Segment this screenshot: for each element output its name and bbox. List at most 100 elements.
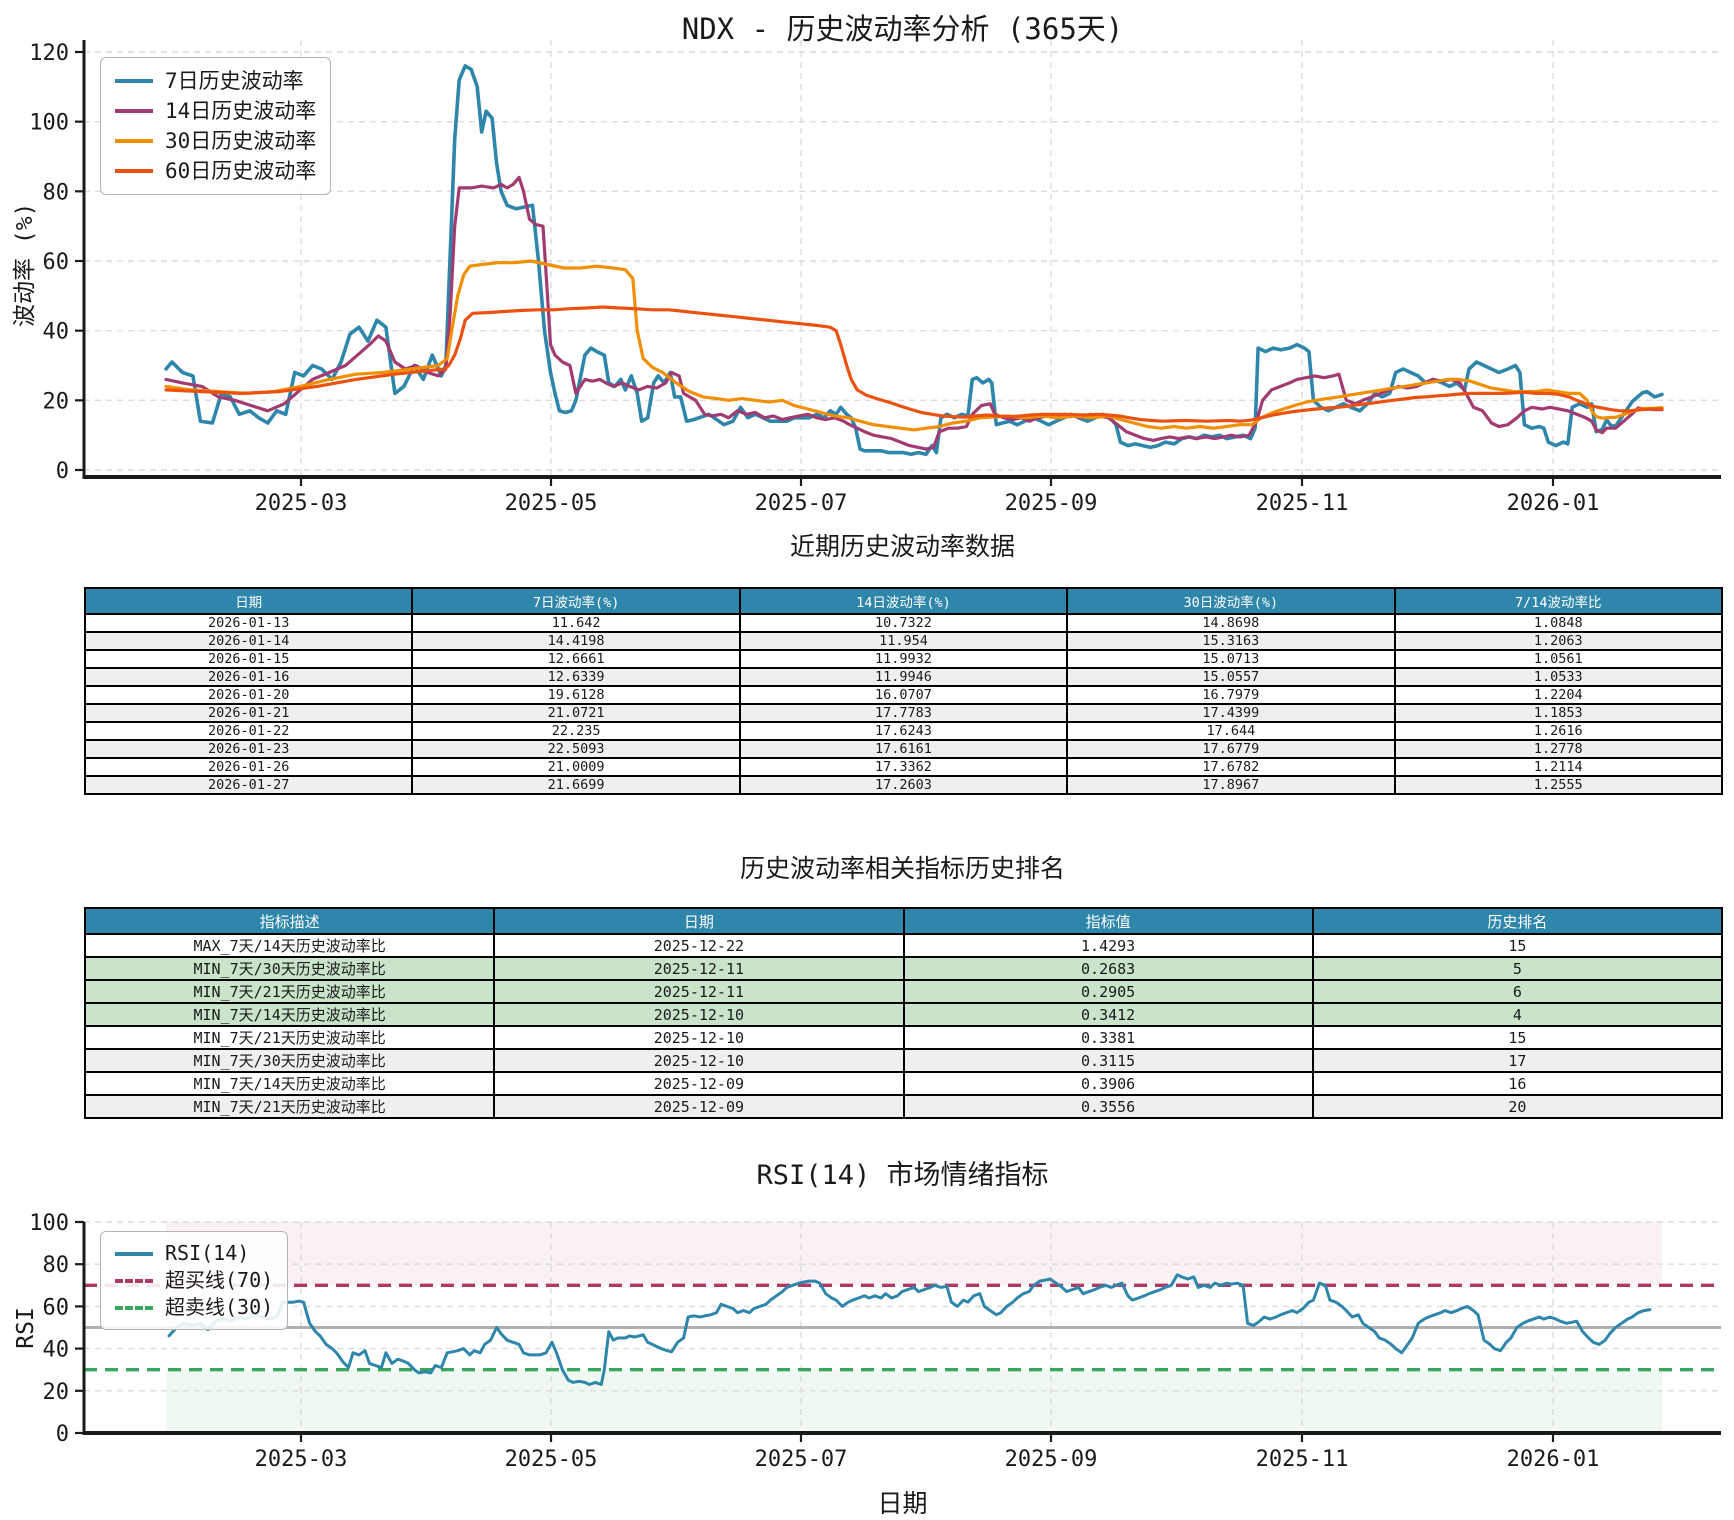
x-tick-label: 2025-05 <box>505 491 598 516</box>
recent-table-caption: 近期历史波动率数据 <box>789 532 1015 561</box>
table-row: MIN_7天/30天历史波动率比 2025-12-11 0.2683 5 <box>83 956 1724 981</box>
column-header: 日期 <box>83 587 414 615</box>
y-tick-label: 120 <box>29 41 69 66</box>
table-cell: 1.2204 <box>1393 685 1724 705</box>
table-row: MIN_7天/21天历史波动率比 2025-12-09 0.3556 20 <box>83 1094 1724 1119</box>
x-tick-label: 2025-11 <box>1256 1447 1349 1472</box>
table-cell: 10.7322 <box>738 613 1069 633</box>
table-cell: 2026-01-20 <box>83 685 414 705</box>
table-cell: 0.3906 <box>902 1071 1314 1096</box>
y-tick-label: 20 <box>43 1380 70 1405</box>
table-cell: 2026-01-15 <box>83 649 414 669</box>
series-line <box>164 259 1664 432</box>
table-cell: 1.4293 <box>902 933 1314 958</box>
table-cell: 6 <box>1311 979 1724 1004</box>
legend-item: 超买线(70) <box>115 1267 273 1294</box>
table-cell: MIN_7天/21天历史波动率比 <box>83 1025 496 1050</box>
table-cell: 16 <box>1311 1071 1724 1096</box>
recent-volatility-table: 日期 7日波动率(%) 14日波动率(%) 30日波动率(%) 7/14波动率比 202… <box>83 587 1724 795</box>
legend-label: 7日历史波动率 <box>165 69 304 93</box>
table-cell: 2025-12-11 <box>493 956 905 981</box>
legend-item: 7日历史波动率 <box>115 66 316 96</box>
table-cell: 19.6128 <box>411 685 741 705</box>
table-cell: 21.0721 <box>411 703 741 723</box>
table-row: 2026-01-22 22.235 17.6243 17.644 1.2616 <box>83 721 1724 741</box>
table-cell: 17.4399 <box>1066 703 1396 723</box>
table-cell: 22.5093 <box>411 739 741 759</box>
table-cell: 2025-12-22 <box>493 933 905 958</box>
table-cell: 0.3381 <box>902 1025 1314 1050</box>
table-cell: 17.2603 <box>738 775 1069 795</box>
table-cell: 2026-01-22 <box>83 721 414 741</box>
table-cell: 5 <box>1311 956 1724 981</box>
table-cell: 2025-12-10 <box>493 1025 905 1050</box>
legend-item: 超卖线(30) <box>115 1294 273 1321</box>
column-header: 14日波动率(%) <box>738 587 1069 615</box>
table-row: 2026-01-13 11.642 10.7322 14.8698 1.0848 <box>83 613 1724 633</box>
table-row: 2026-01-20 19.6128 16.0707 16.7979 1.2204 <box>83 685 1724 705</box>
column-header: 30日波动率(%) <box>1066 587 1396 615</box>
rsi-y-axis-label: RSI <box>13 1307 39 1349</box>
table-row: 2026-01-15 12.6661 11.9932 15.0713 1.0561 <box>83 649 1724 669</box>
table-cell: 16.0707 <box>738 685 1069 705</box>
table-cell: 15 <box>1311 1025 1724 1050</box>
x-tick-label: 2025-07 <box>755 1447 848 1472</box>
table-cell: 2026-01-21 <box>83 703 414 723</box>
volatility-legend: 7日历史波动率 14日历史波动率 30日历史波动率 60日历史波动率 <box>100 57 332 195</box>
table-cell: 11.642 <box>411 613 741 633</box>
table-cell: 22.235 <box>411 721 741 741</box>
x-tick-label: 2025-09 <box>1005 1447 1098 1472</box>
table-cell: 2026-01-27 <box>83 775 414 795</box>
indicator-ranking-table: 指标描述 日期 指标值 历史排名 MAX_7天/14天历史波动率比 2025-12-22… <box>83 907 1724 1119</box>
table-cell: 2025-12-11 <box>493 979 905 1004</box>
table-row: MIN_7天/30天历史波动率比 2025-12-10 0.3115 17 <box>83 1048 1724 1073</box>
table-cell: 1.1853 <box>1393 703 1724 723</box>
table-cell: 0.2683 <box>902 956 1314 981</box>
legend-label: 超买线(70) <box>165 1268 274 1292</box>
shaded-band <box>166 1222 1662 1286</box>
y-tick-label: 100 <box>29 1211 69 1236</box>
legend-line-swatch <box>115 1251 153 1256</box>
table-cell: 1.0848 <box>1393 613 1724 633</box>
table-cell: 11.9932 <box>738 649 1069 669</box>
x-tick-label: 2025-03 <box>255 1447 348 1472</box>
y-tick-label: 60 <box>43 1295 70 1320</box>
table-cell: 17 <box>1311 1048 1724 1073</box>
x-tick-label: 2025-11 <box>1256 491 1349 516</box>
rsi-chart-title: RSI(14) 市场情绪指标 <box>756 1160 1049 1191</box>
legend-label: 30日历史波动率 <box>165 129 317 153</box>
table-cell: 21.0009 <box>411 757 741 777</box>
legend-line-swatch <box>115 1278 153 1283</box>
indicator-ranking-table-header: 指标描述 日期 指标值 历史排名 <box>83 907 1724 935</box>
indicator-ranking-table-body: MAX_7天/14天历史波动率比 2025-12-22 1.4293 15 MIN_7天… <box>83 933 1724 1119</box>
table-cell: MIN_7天/21天历史波动率比 <box>83 979 496 1004</box>
column-header: 指标值 <box>902 907 1314 935</box>
table-cell: 17.6161 <box>738 739 1069 759</box>
table-cell: 2026-01-23 <box>83 739 414 759</box>
recent-volatility-table-body: 2026-01-13 11.642 10.7322 14.8698 1.0848 2026… <box>83 613 1724 795</box>
volatility-y-axis-label: 波动率 (%) <box>12 202 38 327</box>
column-header: 历史排名 <box>1311 907 1724 935</box>
table-cell: 15.3163 <box>1066 631 1396 651</box>
table-row: 2026-01-27 21.6699 17.2603 17.8967 1.2555 <box>83 775 1724 795</box>
table-row: MIN_7天/14天历史波动率比 2025-12-09 0.3906 16 <box>83 1071 1724 1096</box>
table-cell: 17.6779 <box>1066 739 1396 759</box>
table-header-row: 指标描述 日期 指标值 历史排名 <box>83 907 1724 935</box>
table-cell: 1.2555 <box>1393 775 1724 795</box>
table-row: 2026-01-16 12.6339 11.9946 15.0557 1.0533 <box>83 667 1724 687</box>
legend-line-swatch <box>115 169 153 173</box>
table-cell: 1.2063 <box>1393 631 1724 651</box>
y-tick-label: 0 <box>56 459 69 484</box>
y-tick-label: 60 <box>43 250 70 275</box>
table-cell: 2026-01-14 <box>83 631 414 651</box>
table-cell: 2026-01-26 <box>83 757 414 777</box>
x-tick-label: 2025-03 <box>255 491 348 516</box>
table-cell: MAX_7天/14天历史波动率比 <box>83 933 496 958</box>
table-cell: 2025-12-10 <box>493 1048 905 1073</box>
legend-item: 60日历史波动率 <box>115 156 316 186</box>
table-cell: 2025-12-10 <box>493 1002 905 1027</box>
x-tick-label: 2025-05 <box>505 1447 598 1472</box>
y-tick-label: 0 <box>56 1422 69 1447</box>
table-cell: 1.2616 <box>1393 721 1724 741</box>
volatility-dashboard: { "header": { "title": "NDX - 历史波动率分析 (3… <box>0 0 1734 1518</box>
